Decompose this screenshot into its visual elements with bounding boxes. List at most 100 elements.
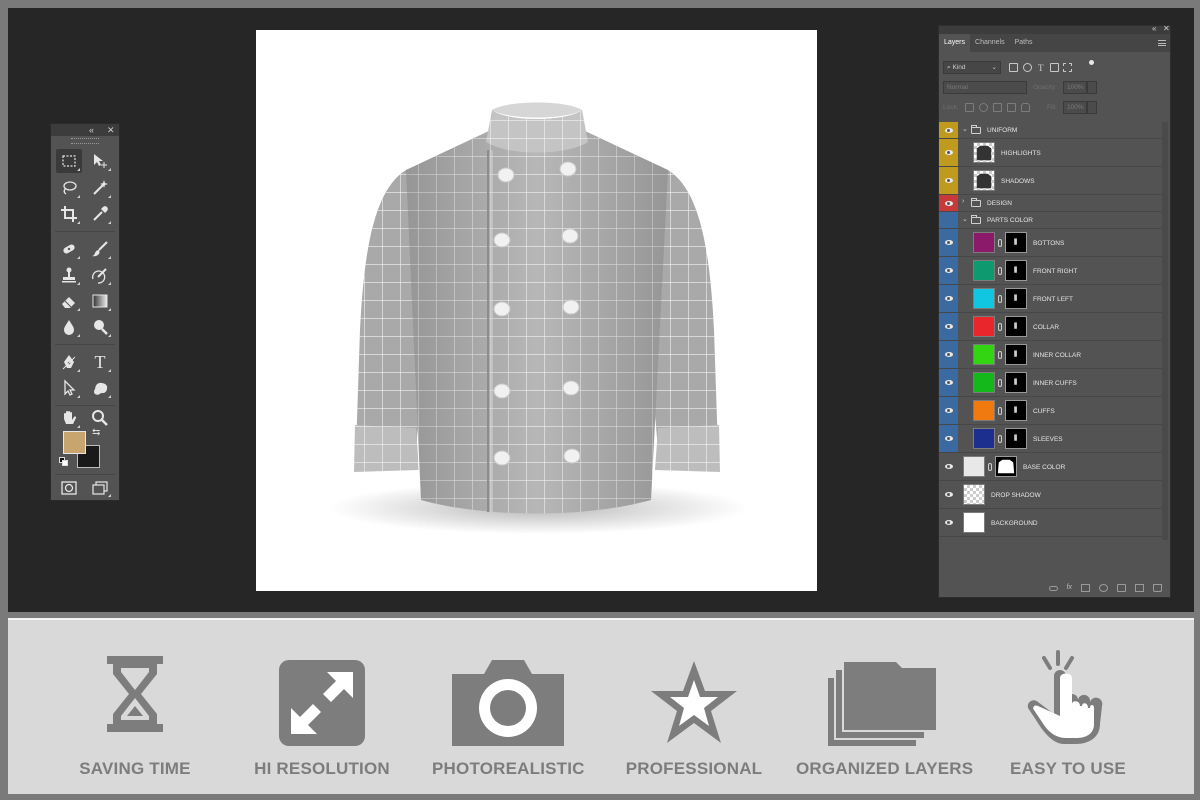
- link-icon[interactable]: [988, 463, 992, 471]
- link-icon[interactable]: [998, 267, 1002, 275]
- layer-row[interactable]: HIGHLIGHTS: [939, 139, 1162, 167]
- layer-row[interactable]: BASE COLOR: [939, 453, 1162, 481]
- fill-input[interactable]: 100%: [1063, 101, 1087, 114]
- visibility-toggle[interactable]: [939, 139, 958, 166]
- link-icon[interactable]: [998, 323, 1002, 331]
- brush-tool[interactable]: [87, 237, 113, 261]
- new-layer-icon[interactable]: [1135, 584, 1144, 592]
- chevron-down-icon[interactable]: ⌄: [962, 125, 968, 133]
- fx-icon[interactable]: fx: [1067, 584, 1072, 592]
- visibility-toggle[interactable]: [939, 341, 958, 368]
- healing-tool[interactable]: [56, 237, 82, 261]
- layer-row[interactable]: SHADOWS: [939, 167, 1162, 195]
- layer-row[interactable]: FRONT LEFT: [939, 285, 1162, 313]
- lasso-tool[interactable]: [56, 176, 82, 200]
- layer-row[interactable]: FRONT RIGHT: [939, 257, 1162, 285]
- lock-transparent-icon[interactable]: [965, 103, 974, 112]
- layer-row[interactable]: DROP SHADOW: [939, 481, 1162, 509]
- filter-type-icon[interactable]: T: [1038, 58, 1044, 78]
- layer-row[interactable]: INNER COLLAR: [939, 341, 1162, 369]
- screen-mode-tool[interactable]: [87, 477, 113, 499]
- layer-row[interactable]: COLLAR: [939, 313, 1162, 341]
- trash-icon[interactable]: [1153, 584, 1162, 592]
- link-icon[interactable]: [1048, 585, 1058, 591]
- link-icon[interactable]: [998, 351, 1002, 359]
- link-icon[interactable]: [998, 435, 1002, 443]
- tab-layers[interactable]: Layers: [939, 34, 971, 52]
- document-canvas[interactable]: [256, 30, 817, 591]
- visibility-toggle[interactable]: [939, 453, 958, 480]
- visibility-toggle[interactable]: [939, 212, 958, 228]
- swap-colors-icon[interactable]: ⇆: [92, 427, 100, 438]
- default-colors-icon[interactable]: [59, 457, 69, 467]
- link-icon[interactable]: [998, 239, 1002, 247]
- layer-row[interactable]: ⌄ UNIFORM: [939, 122, 1162, 139]
- layers-scrollbar[interactable]: [1162, 122, 1168, 540]
- blur-tool[interactable]: [56, 315, 82, 339]
- layers-panel-titlebar[interactable]: « ✕: [939, 24, 1170, 34]
- eyedropper-tool[interactable]: [87, 202, 113, 226]
- lock-pixels-icon[interactable]: [979, 103, 988, 112]
- visibility-toggle[interactable]: [939, 425, 958, 452]
- blend-mode-select[interactable]: Normal: [943, 81, 1027, 94]
- eraser-tool[interactable]: [56, 289, 82, 313]
- foreground-color-swatch[interactable]: [63, 431, 86, 454]
- layer-row[interactable]: › DESIGN: [939, 195, 1162, 212]
- layer-row[interactable]: SLEEVES: [939, 425, 1162, 453]
- chevron-right-icon[interactable]: ›: [962, 198, 964, 205]
- link-icon[interactable]: [998, 407, 1002, 415]
- quick-mask-tool[interactable]: [56, 477, 82, 499]
- lock-all-icon[interactable]: [1021, 103, 1030, 112]
- visibility-toggle[interactable]: [939, 195, 958, 211]
- visibility-toggle[interactable]: [939, 313, 958, 340]
- panel-menu-icon[interactable]: [1158, 40, 1166, 46]
- link-icon[interactable]: [998, 295, 1002, 303]
- group-icon[interactable]: [1117, 584, 1126, 592]
- visibility-toggle[interactable]: [939, 257, 958, 284]
- hand-tool[interactable]: [56, 406, 82, 430]
- layer-row[interactable]: ⌄ PARTS COLOR: [939, 212, 1162, 229]
- move-tool[interactable]: [87, 149, 113, 173]
- shape-tool[interactable]: [87, 376, 113, 400]
- layer-row[interactable]: BOTTONS: [939, 229, 1162, 257]
- filter-toggle-icon[interactable]: [1089, 60, 1094, 65]
- crop-tool[interactable]: [56, 202, 82, 226]
- filter-kind-select[interactable]: ⌕ Kind ⌄: [943, 61, 1001, 74]
- stamp-tool[interactable]: [56, 263, 82, 287]
- link-icon[interactable]: [998, 379, 1002, 387]
- tab-paths[interactable]: Paths: [1010, 34, 1038, 52]
- dodge-tool[interactable]: [87, 315, 113, 339]
- tools-panel-titlebar[interactable]: « ✕: [51, 124, 119, 136]
- visibility-toggle[interactable]: [939, 369, 958, 396]
- visibility-toggle[interactable]: [939, 122, 958, 138]
- close-icon[interactable]: ✕: [107, 124, 115, 136]
- magic-wand-tool[interactable]: [87, 176, 113, 200]
- chevron-down-icon[interactable]: ⌄: [962, 215, 968, 223]
- visibility-toggle[interactable]: [939, 167, 958, 194]
- lock-position-icon[interactable]: [993, 103, 1002, 112]
- gradient-tool[interactable]: [87, 289, 113, 313]
- visibility-toggle[interactable]: [939, 285, 958, 312]
- panel-grip[interactable]: [71, 138, 99, 144]
- layer-row[interactable]: INNER CUFFS: [939, 369, 1162, 397]
- collapse-icon[interactable]: «: [1152, 24, 1156, 33]
- filter-pixel-icon[interactable]: [1009, 63, 1018, 72]
- history-brush-tool[interactable]: [87, 263, 113, 287]
- mask-icon[interactable]: [1081, 584, 1090, 592]
- filter-shape-icon[interactable]: [1050, 63, 1059, 72]
- marquee-tool[interactable]: [56, 149, 82, 173]
- visibility-toggle[interactable]: [939, 397, 958, 424]
- visibility-toggle[interactable]: [939, 481, 958, 508]
- collapse-icon[interactable]: «: [89, 124, 94, 136]
- fill-dropdown[interactable]: [1087, 101, 1097, 114]
- opacity-input[interactable]: 100%: [1063, 81, 1087, 94]
- adjustment-icon[interactable]: [1099, 584, 1108, 592]
- visibility-toggle[interactable]: [939, 229, 958, 256]
- pen-tool[interactable]: [56, 350, 82, 374]
- opacity-dropdown[interactable]: [1087, 81, 1097, 94]
- layer-row[interactable]: CUFFS: [939, 397, 1162, 425]
- path-select-tool[interactable]: [56, 376, 82, 400]
- visibility-toggle[interactable]: [939, 509, 958, 536]
- lock-artboard-icon[interactable]: [1007, 103, 1016, 112]
- layer-row[interactable]: BACKGROUND: [939, 509, 1162, 537]
